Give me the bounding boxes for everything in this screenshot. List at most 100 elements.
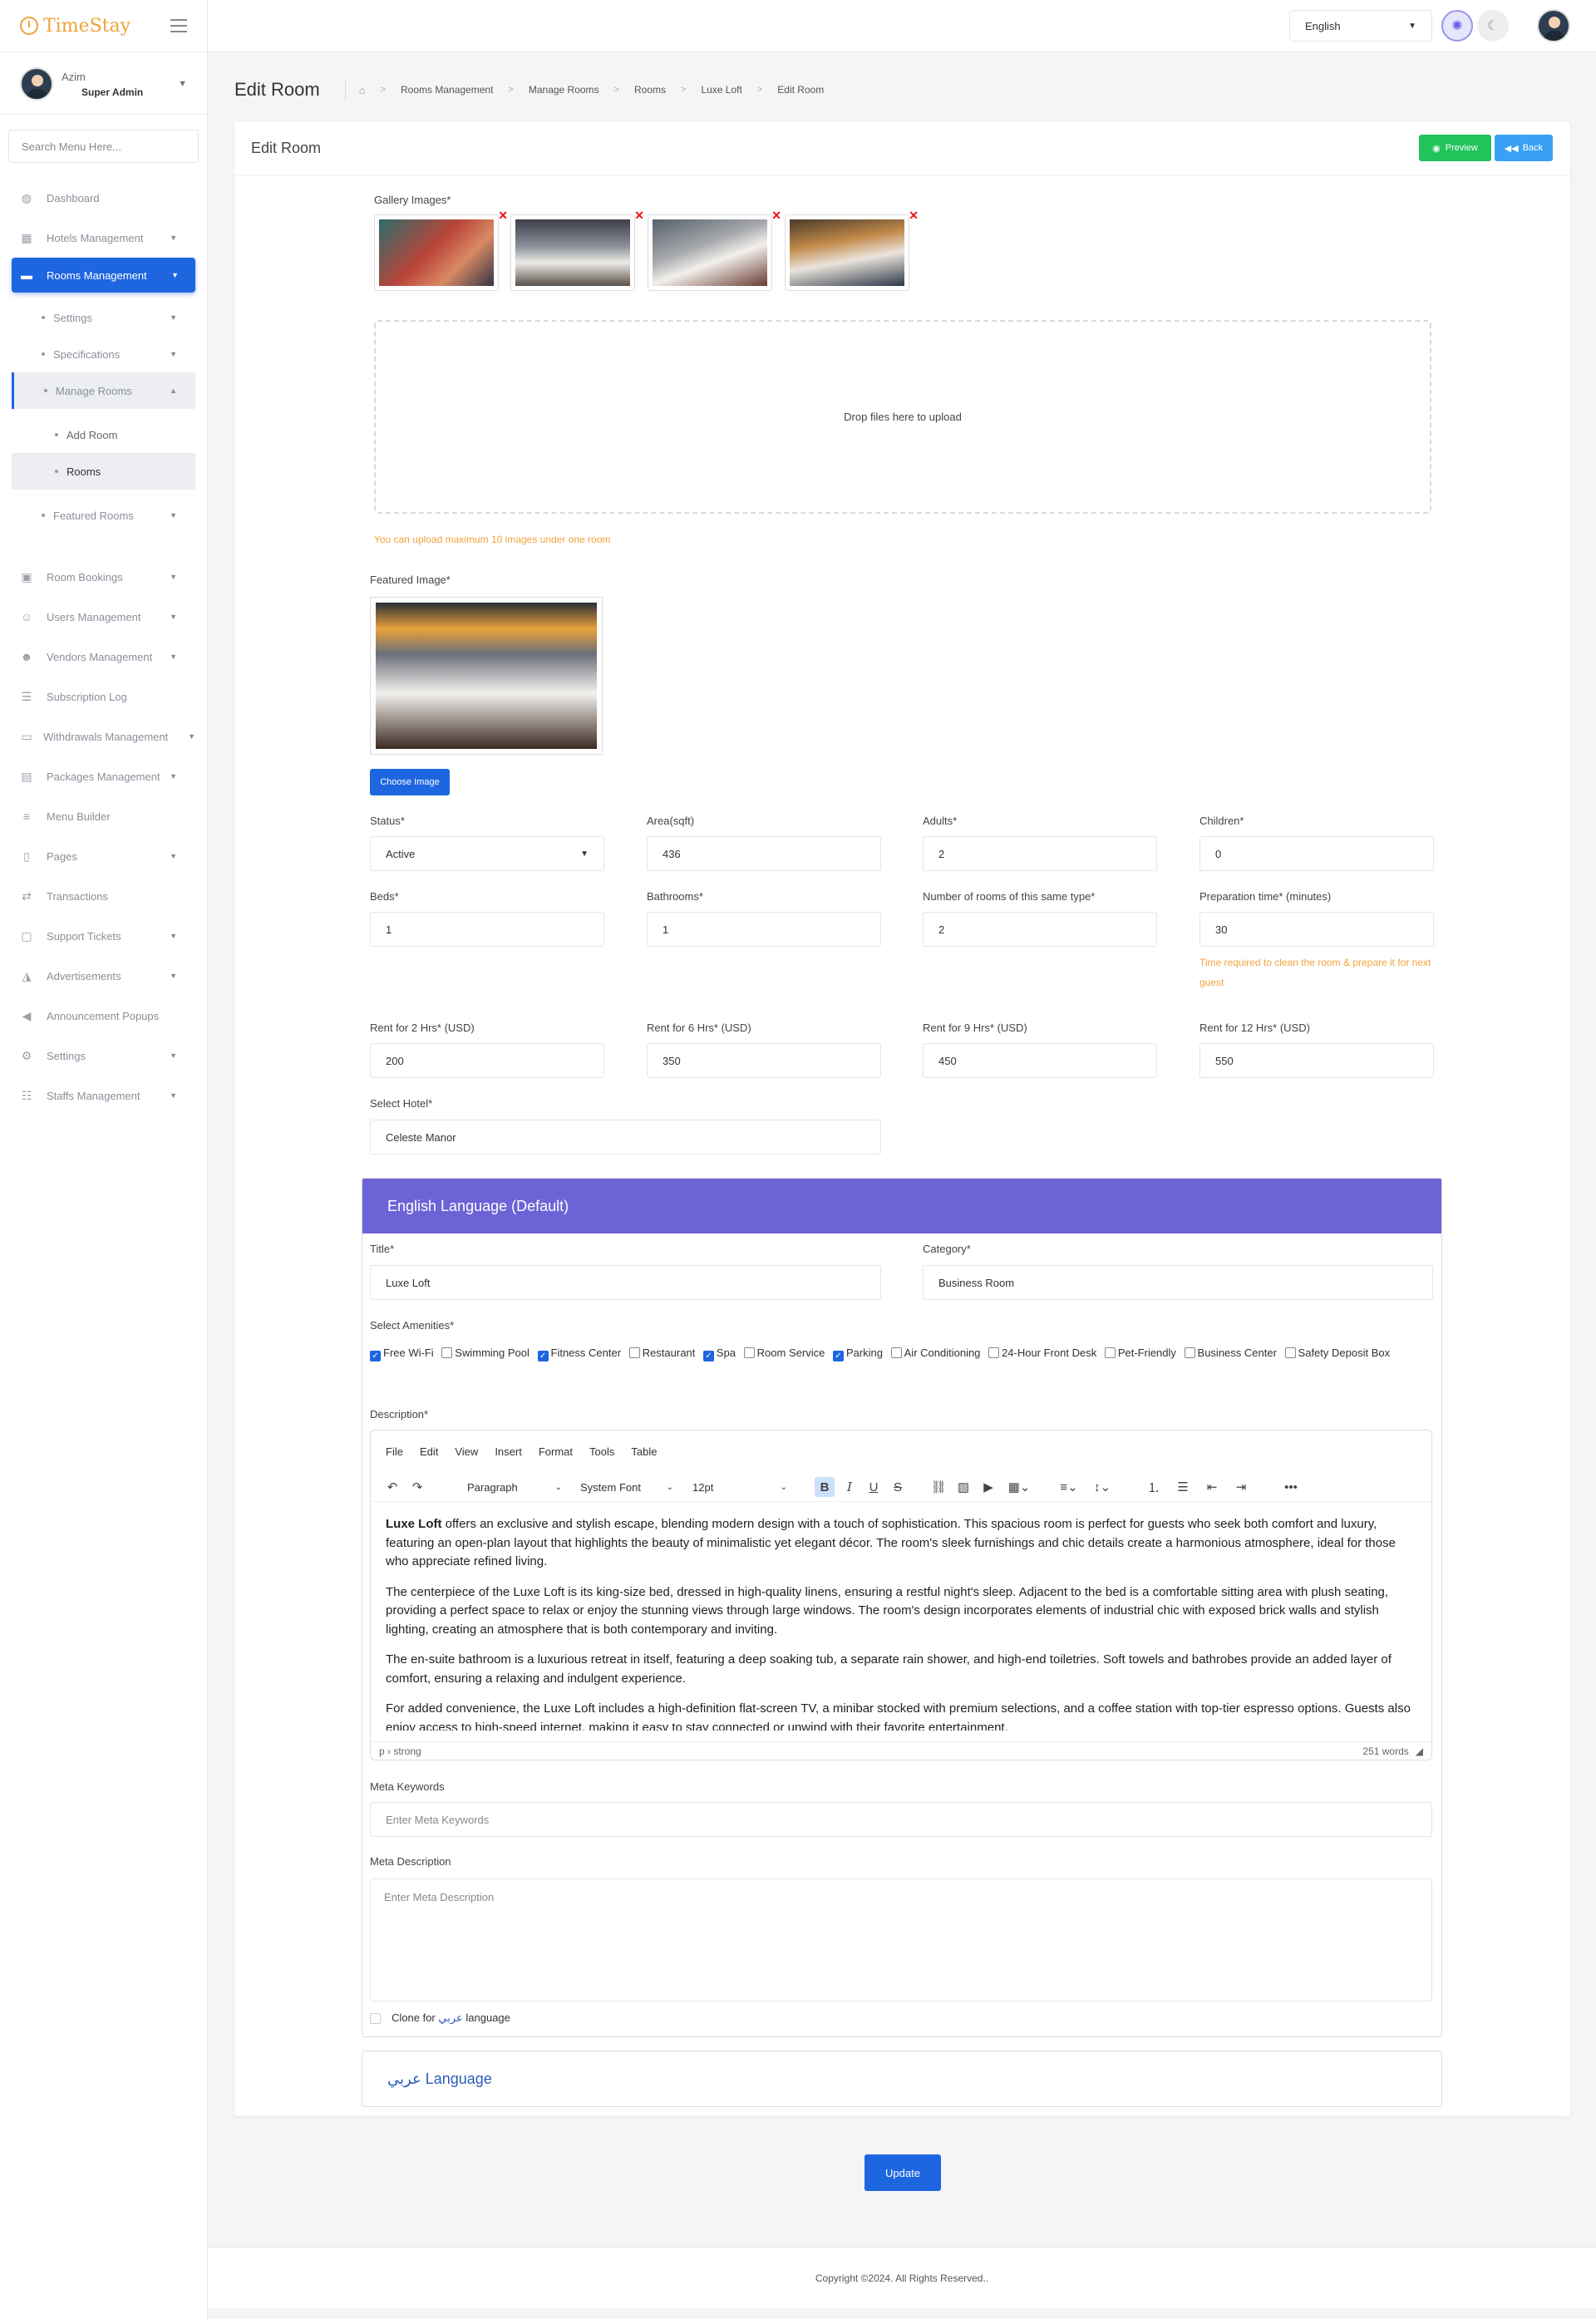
amenity-spa[interactable]: ✓ Spa [702, 1347, 736, 1361]
outdent-icon[interactable]: ⇤ [1202, 1477, 1222, 1497]
checkbox-checked[interactable]: ✓ [537, 1351, 549, 1361]
amenity-business-center[interactable]: Business Center [1184, 1347, 1277, 1359]
sidebar-sub-specifications[interactable]: Specifications ▼ [0, 336, 207, 372]
topbar-avatar[interactable] [1537, 9, 1570, 42]
editor-menu-edit[interactable]: Edit [420, 1445, 438, 1458]
sidebar-item-menu-builder[interactable]: ≡ Menu Builder [0, 796, 207, 836]
indent-icon[interactable]: ⇥ [1231, 1477, 1251, 1497]
rent2-input[interactable]: 200 [370, 1043, 604, 1078]
amenity-fitness-center[interactable]: ✓ Fitness Center [537, 1347, 621, 1361]
status-select[interactable]: Active ▼ [370, 836, 604, 871]
remove-icon[interactable]: ✕ [498, 209, 508, 223]
area-input[interactable]: 436 [647, 836, 881, 871]
checkbox-checked[interactable]: ✓ [702, 1351, 714, 1361]
align-icon[interactable]: ≡⌄ [1054, 1477, 1084, 1497]
editor-menu-format[interactable]: Format [539, 1445, 573, 1458]
remove-icon[interactable]: ✕ [634, 209, 644, 223]
remove-icon[interactable]: ✕ [909, 209, 919, 223]
amenity-pet-friendly[interactable]: Pet-Friendly [1104, 1347, 1176, 1359]
sidebar-item-staffs-management[interactable]: ☷ Staffs Management ▼ [0, 1076, 207, 1115]
beds-input[interactable]: 1 [370, 912, 604, 947]
breadcrumb-item[interactable]: Rooms Management [401, 84, 493, 96]
checkbox[interactable] [1104, 1347, 1116, 1358]
bullet-list-icon[interactable]: ☰ [1173, 1477, 1193, 1497]
font-size-select[interactable]: 12pt ⌄ [687, 1475, 792, 1499]
sidebar-item-vendors-management[interactable]: ☻ Vendors Management ▼ [0, 637, 207, 677]
checkbox[interactable] [441, 1347, 453, 1358]
editor-menu-insert[interactable]: Insert [495, 1445, 522, 1458]
rooms-count-input[interactable]: 2 [923, 912, 1157, 947]
chevron-down-icon[interactable]: ▼ [178, 79, 187, 89]
meta-description-textarea[interactable]: Enter Meta Description [370, 1878, 1432, 2001]
underline-icon[interactable]: U [864, 1477, 884, 1497]
file-dropzone[interactable]: Drop files here to upload [374, 320, 1431, 514]
editor-menu-tools[interactable]: Tools [589, 1445, 614, 1458]
amenity-front-desk[interactable]: 24-Hour Front Desk [988, 1347, 1096, 1359]
checkbox[interactable] [988, 1347, 1000, 1358]
title-input[interactable]: Luxe Loft [370, 1265, 881, 1300]
gallery-thumb[interactable]: ✕ [510, 209, 644, 291]
resize-handle-icon[interactable]: ◢ [1416, 1745, 1423, 1757]
menu-toggle-icon[interactable] [170, 19, 187, 32]
sidebar-item-dashboard[interactable]: ◍ Dashboard [0, 178, 207, 218]
search-menu-input[interactable]: Search Menu Here... [8, 130, 199, 163]
preview-button[interactable]: ◉ Preview [1419, 135, 1491, 161]
italic-icon[interactable]: I [840, 1477, 860, 1497]
sidebar-item-users-management[interactable]: ☺ Users Management ▼ [0, 597, 207, 637]
back-button[interactable]: ◀◀ Back [1495, 135, 1553, 161]
word-count[interactable]: 251 words [1362, 1745, 1408, 1757]
sidebar-item-pages[interactable]: ▯ Pages ▼ [0, 836, 207, 876]
sidebar-item-announcement-popups[interactable]: ◀ Announcement Popups [0, 996, 207, 1036]
editor-content[interactable]: Luxe Loft offers an exclusive and stylis… [371, 1502, 1431, 1731]
checkbox-checked[interactable]: ✓ [832, 1351, 844, 1361]
amenity-room-service[interactable]: Room Service [743, 1347, 825, 1359]
font-family-select[interactable]: System Font ⌄ [575, 1475, 678, 1499]
gallery-thumb[interactable]: ✕ [785, 209, 919, 291]
sidebar-sub-settings[interactable]: Settings ▼ [0, 299, 207, 336]
adults-input[interactable]: 2 [923, 836, 1157, 871]
amenity-air-conditioning[interactable]: Air Conditioning [890, 1347, 980, 1359]
editor-path[interactable]: p › strong [379, 1745, 421, 1757]
hotel-select[interactable]: Celeste Manor [370, 1120, 881, 1155]
update-button[interactable]: Update [864, 2154, 941, 2191]
choose-image-button[interactable]: Choose Image [370, 769, 450, 795]
amenity-swimming-pool[interactable]: Swimming Pool [441, 1347, 530, 1359]
line-height-icon[interactable]: ↕⌄ [1087, 1477, 1117, 1497]
media-icon[interactable]: ▶ [978, 1477, 998, 1497]
category-select[interactable]: Business Room [923, 1265, 1433, 1300]
rent12-input[interactable]: 550 [1199, 1043, 1434, 1078]
editor-menu-view[interactable]: View [455, 1445, 478, 1458]
gallery-thumb[interactable]: ✕ [374, 209, 508, 291]
english-language-header[interactable]: English Language (Default) [362, 1179, 1441, 1233]
language-select[interactable]: English ▼ [1289, 10, 1432, 42]
description-editor[interactable]: File Edit View Insert Format Tools Table… [370, 1430, 1432, 1760]
breadcrumb-item[interactable]: Luxe Loft [701, 84, 741, 96]
table-icon[interactable]: ▦⌄ [1004, 1477, 1034, 1497]
breadcrumb-item[interactable]: Manage Rooms [529, 84, 599, 96]
sidebar-item-support-tickets[interactable]: ▢ Support Tickets ▼ [0, 916, 207, 956]
link-icon[interactable]: ⛓ [929, 1477, 948, 1497]
checkbox[interactable] [628, 1347, 640, 1358]
more-icon[interactable]: ••• [1281, 1477, 1301, 1497]
sidebar-item-room-bookings[interactable]: ▣ Room Bookings ▼ [0, 557, 207, 597]
gallery-thumb[interactable]: ✕ [648, 209, 781, 291]
sidebar-sub-manage-rooms[interactable]: Manage Rooms ▲ [12, 372, 195, 409]
sidebar-item-rooms-management[interactable]: ▬ Rooms Management ▼ [12, 258, 195, 293]
checkbox-checked[interactable]: ✓ [370, 1351, 381, 1361]
checkbox[interactable] [1284, 1347, 1296, 1358]
dark-mode-icon[interactable]: ☾ [1477, 10, 1509, 42]
sidebar-item-packages-management[interactable]: ▤ Packages Management ▼ [0, 756, 207, 796]
home-icon[interactable]: ⌂ [359, 84, 366, 96]
remove-icon[interactable]: ✕ [771, 209, 781, 223]
bold-icon[interactable]: B [815, 1477, 835, 1497]
prep-time-input[interactable]: 30 [1199, 912, 1434, 947]
clone-language-option[interactable]: Clone for عربي language [370, 2011, 510, 2025]
sidebar-item-withdrawals-management[interactable]: ▭ Withdrawals Management ▼ [0, 716, 207, 756]
checkbox[interactable] [743, 1347, 755, 1358]
sidebar-sub-add-room[interactable]: Add Room [0, 416, 207, 453]
light-mode-icon[interactable]: ✺ [1441, 10, 1473, 42]
children-input[interactable]: 0 [1199, 836, 1434, 871]
sidebar-item-subscription-log[interactable]: ☰ Subscription Log [0, 677, 207, 716]
amenity-parking[interactable]: ✓ Parking [832, 1347, 883, 1361]
sidebar-item-advertisements[interactable]: ◮ Advertisements ▼ [0, 956, 207, 996]
